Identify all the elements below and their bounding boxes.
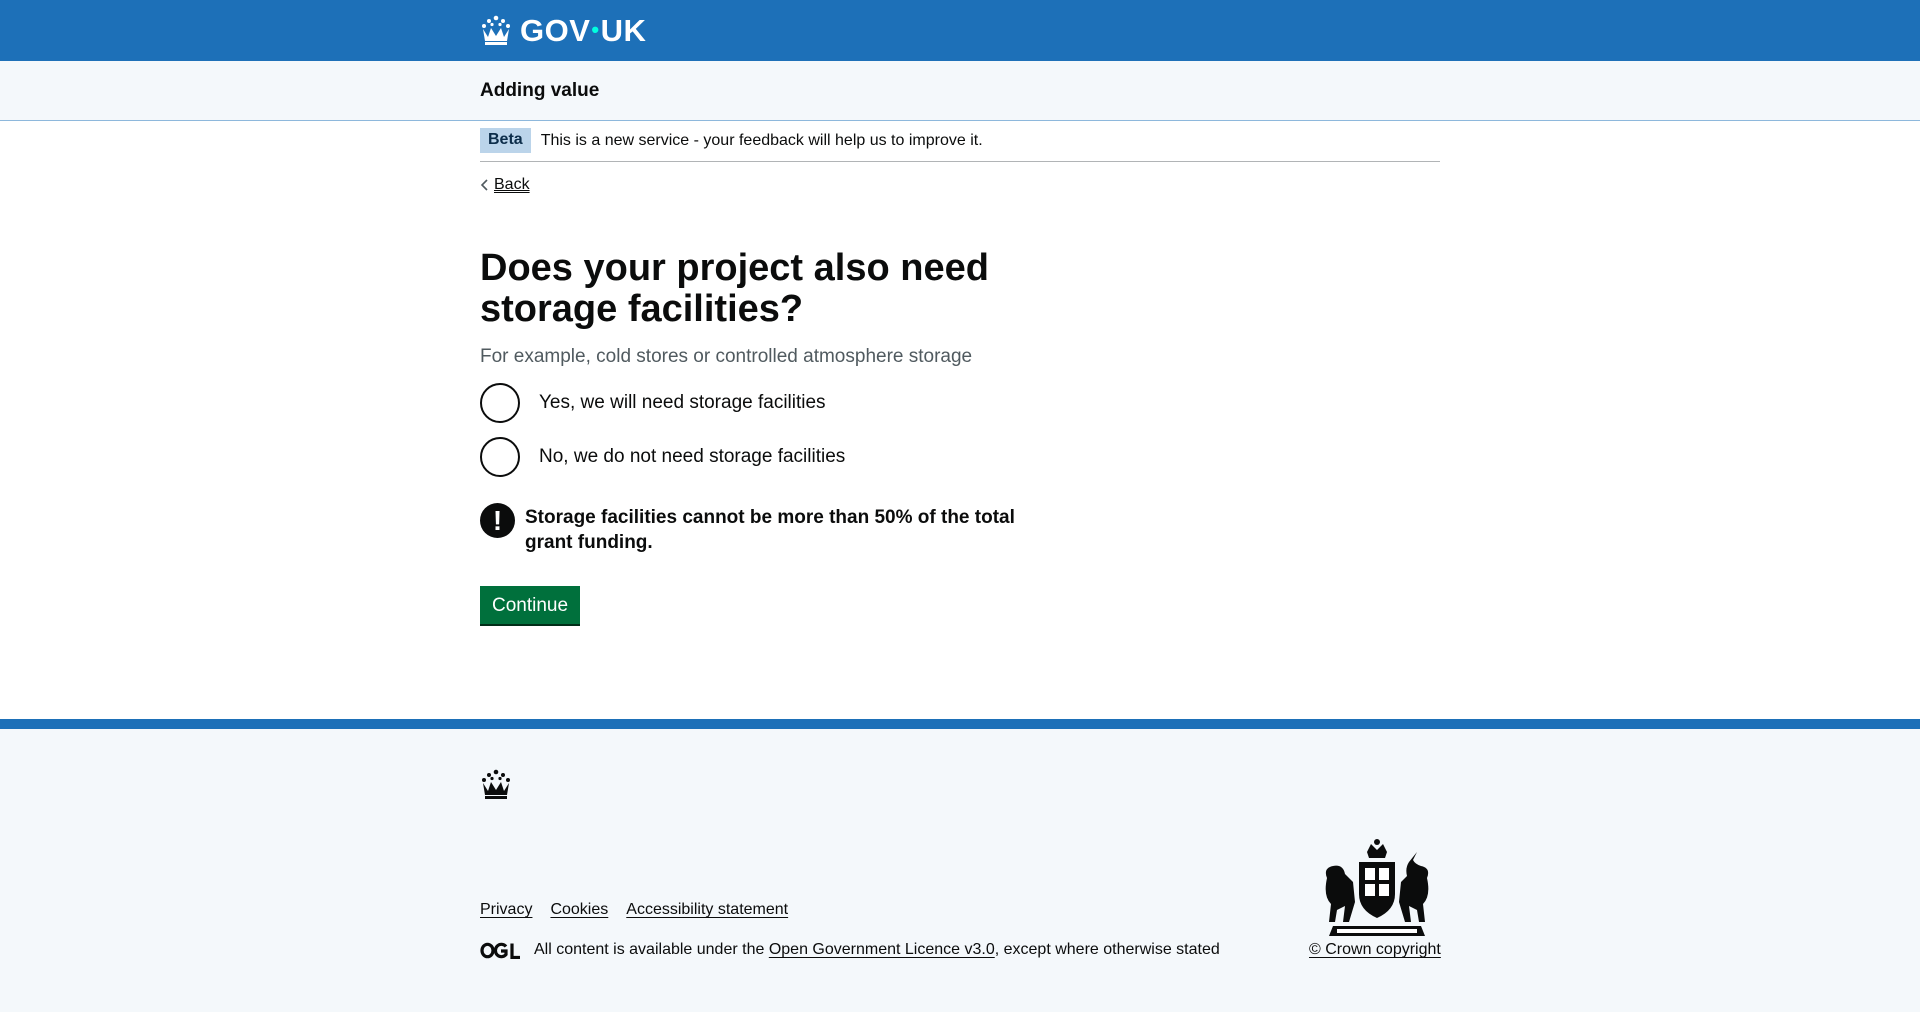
radio-group: Yes, we will need storage facilities No,… — [480, 383, 1120, 477]
service-navigation: Adding value — [0, 61, 1920, 121]
crown-copyright-link[interactable]: © Crown copyright — [1309, 941, 1441, 959]
question-hint: For example, cold stores or controlled a… — [480, 346, 973, 367]
warning-icon: ! — [480, 503, 515, 538]
radio-option-yes[interactable]: Yes, we will need storage facilities — [480, 383, 1120, 423]
warning-text: ! Storage facilities cannot be more than… — [480, 503, 1120, 555]
radio-button[interactable] — [480, 437, 520, 477]
footer: Privacy Cookies Accessibility statement … — [0, 719, 1920, 1012]
open-government-licence-link[interactable]: Open Government Licence v3.0 — [769, 941, 995, 959]
gov-header: GOV•UK — [0, 0, 1920, 61]
footer-licence: All content is available under the Open … — [480, 941, 1220, 959]
main-content: Does your project also need storage faci… — [480, 248, 1120, 624]
warning-message: Storage facilities cannot be more than 5… — [525, 507, 1015, 553]
radio-button[interactable] — [480, 383, 520, 423]
page-title: Does your project also need storage faci… — [480, 247, 989, 330]
licence-prefix: All content is available under the — [534, 941, 765, 958]
footer-links: Privacy Cookies Accessibility statement — [480, 901, 788, 919]
radio-option-no[interactable]: No, we do not need storage facilities — [480, 437, 1120, 477]
govuk-home-link[interactable]: GOV•UK — [480, 10, 646, 50]
crown-icon — [482, 15, 510, 45]
phase-banner: Beta This is a new service - your feedba… — [480, 128, 1440, 162]
phase-tag: Beta — [480, 128, 531, 153]
back-link[interactable]: Back — [480, 176, 530, 194]
chevron-left-icon — [480, 179, 488, 191]
continue-button[interactable]: Continue — [480, 586, 581, 624]
footer-link-cookies[interactable]: Cookies — [550, 901, 608, 919]
crown-icon — [482, 769, 510, 799]
ogl-logo-icon — [480, 942, 520, 959]
licence-suffix: , except where otherwise stated — [994, 941, 1220, 958]
radio-label[interactable]: Yes, we will need storage facilities — [539, 392, 826, 414]
govuk-wordmark: GOV•UK — [520, 12, 647, 48]
service-name-link[interactable]: Adding value — [480, 80, 599, 102]
radio-label[interactable]: No, we do not need storage facilities — [539, 446, 845, 468]
royal-coat-of-arms-icon — [1325, 839, 1429, 936]
phase-banner-text: This is a new service - your feedback wi… — [540, 132, 983, 149]
back-link-label: Back — [494, 176, 530, 193]
footer-link-privacy[interactable]: Privacy — [480, 901, 532, 919]
footer-link-accessibility[interactable]: Accessibility statement — [626, 901, 788, 919]
